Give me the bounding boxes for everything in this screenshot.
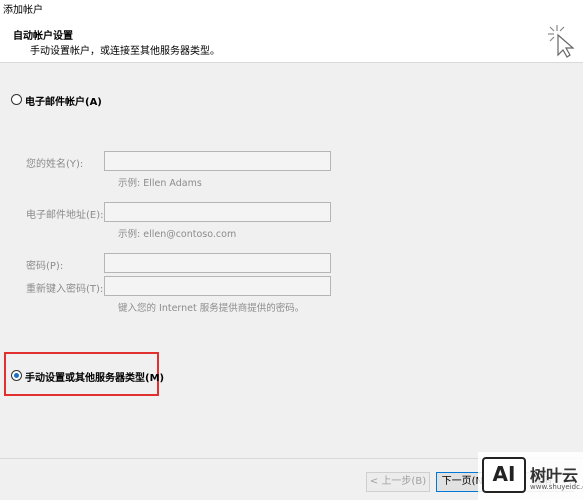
email-account-label[interactable]: 电子邮件帐户(A) (25, 93, 102, 108)
watermark-logo: AI (482, 457, 526, 493)
wizard-header: 自动帐户设置 手动设置帐户，或连接至其他服务器类型。 (0, 16, 583, 63)
password-input[interactable] (104, 253, 331, 273)
email-hint: 示例: ellen@contoso.com (118, 229, 237, 240)
header-title: 自动帐户设置 (13, 31, 73, 42)
name-hint: 示例: Ellen Adams (118, 178, 202, 189)
manual-setup-radio[interactable] (11, 370, 22, 381)
watermark-url: www.shuyeidc.com (530, 483, 583, 491)
password-hint: 键入您的 Internet 服务提供商提供的密码。 (118, 303, 305, 314)
retype-password-label: 重新键入密码(T): (26, 284, 104, 295)
window-title: 添加帐户 (3, 5, 43, 16)
manual-setup-label[interactable]: 手动设置或其他服务器类型(M) (25, 369, 164, 384)
name-input[interactable] (104, 151, 331, 171)
password-label: 密码(P): (26, 261, 64, 272)
header-subtitle: 手动设置帐户，或连接至其他服务器类型。 (30, 46, 220, 57)
back-button[interactable]: < 上一步(B) (366, 472, 430, 492)
title-bar: 添加帐户 (0, 0, 583, 16)
email-account-radio[interactable] (11, 94, 22, 105)
wizard-body: 电子邮件帐户(A) 您的姓名(Y): 示例: Ellen Adams 电子邮件地… (0, 64, 583, 456)
email-label: 电子邮件地址(E): (26, 210, 104, 221)
watermark: AI 树叶云 www.shuyeidc.com (478, 452, 583, 500)
retype-password-input[interactable] (104, 276, 331, 296)
email-input[interactable] (104, 202, 331, 222)
name-label: 您的姓名(Y): (26, 159, 84, 170)
wizard-cursor-icon (548, 25, 575, 58)
